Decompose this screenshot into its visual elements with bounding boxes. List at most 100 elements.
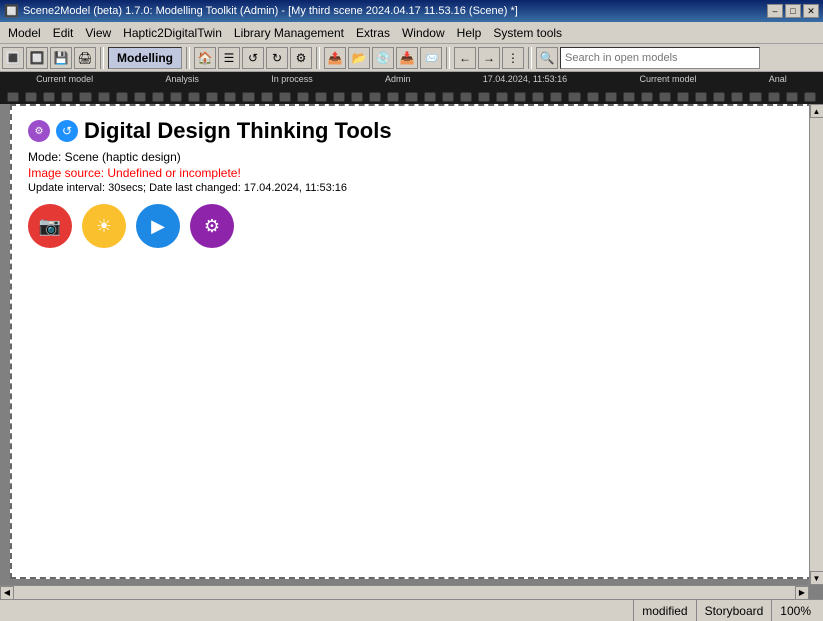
search-input[interactable] — [565, 52, 755, 64]
toolbar-search-icon: 🔍 — [536, 47, 558, 69]
separator-5 — [528, 47, 532, 69]
menu-edit[interactable]: Edit — [47, 24, 80, 42]
film-hole — [369, 92, 381, 102]
toolbar-export[interactable]: 📤 — [324, 47, 346, 69]
scroll-down-arrow[interactable]: ▼ — [810, 571, 823, 585]
sun-button[interactable]: ☀ — [82, 204, 126, 248]
play-icon: ▶ — [151, 216, 165, 237]
film-hole — [460, 92, 472, 102]
film-hole — [387, 92, 399, 102]
toolbar-undo[interactable]: ← — [454, 47, 476, 69]
film-hole — [206, 92, 218, 102]
gear-purple-icon: ⚙ — [28, 120, 50, 142]
action-buttons: 📷 ☀ ▶ ⚙ — [28, 204, 795, 248]
menu-bar: Model Edit View Haptic2DigitalTwin Libra… — [0, 22, 823, 44]
film-hole — [496, 92, 508, 102]
window-controls: – □ ✕ — [767, 4, 819, 18]
toolbar-home[interactable]: 🏠 — [194, 47, 216, 69]
play-button[interactable]: ▶ — [136, 204, 180, 248]
film-hole — [405, 92, 417, 102]
scroll-track-h[interactable] — [14, 586, 795, 599]
menu-system-tools[interactable]: System tools — [487, 24, 568, 42]
menu-model[interactable]: Model — [2, 24, 47, 42]
film-hole — [568, 92, 580, 102]
film-hole — [731, 92, 743, 102]
title-bar: 🔲 Scene2Model (beta) 1.7.0: Modelling To… — [0, 0, 823, 22]
menu-library-management[interactable]: Library Management — [228, 24, 350, 42]
separator-1 — [100, 47, 104, 69]
toolbar-btn-3[interactable]: 💾 — [50, 47, 72, 69]
status-storyboard[interactable]: Storyboard — [696, 600, 772, 621]
separator-3 — [316, 47, 320, 69]
toolbar-open[interactable]: 📂 — [348, 47, 370, 69]
status-modified: modified — [633, 600, 695, 621]
toolbar-btn-2[interactable]: 🔲 — [26, 47, 48, 69]
menu-haptic2digitaltwin[interactable]: Haptic2DigitalTwin — [117, 24, 228, 42]
film-hole — [532, 92, 544, 102]
film-label-anal: Anal — [769, 74, 787, 84]
film-hole — [768, 92, 780, 102]
toolbar-redo[interactable]: → — [478, 47, 500, 69]
film-hole — [242, 92, 254, 102]
film-hole — [116, 92, 128, 102]
film-hole — [98, 92, 110, 102]
minimize-button[interactable]: – — [767, 4, 783, 18]
close-button[interactable]: ✕ — [803, 4, 819, 18]
scroll-up-arrow[interactable]: ▲ — [810, 104, 823, 118]
film-label-date: 17.04.2024, 11:53:16 — [483, 74, 567, 84]
film-hole — [605, 92, 617, 102]
toolbar-more[interactable]: ⋮ — [502, 47, 524, 69]
film-hole — [297, 92, 309, 102]
toolbar-save2[interactable]: 💿 — [372, 47, 394, 69]
toolbar-list[interactable]: ☰ — [218, 47, 240, 69]
camera-button[interactable]: 📷 — [28, 204, 72, 248]
toolbar-refresh1[interactable]: ↺ — [242, 47, 264, 69]
separator-4 — [446, 47, 450, 69]
film-hole — [79, 92, 91, 102]
gear-button[interactable]: ⚙ — [190, 204, 234, 248]
toolbar-settings[interactable]: ⚙ — [290, 47, 312, 69]
status-zoom: 100% — [771, 600, 819, 621]
menu-window[interactable]: Window — [396, 24, 451, 42]
scroll-track-v[interactable] — [810, 118, 823, 571]
menu-view[interactable]: View — [79, 24, 117, 42]
main-area: Current model Analysis In process Admin … — [0, 72, 823, 599]
search-box[interactable] — [560, 47, 760, 69]
film-hole — [7, 92, 19, 102]
maximize-button[interactable]: □ — [785, 4, 801, 18]
blue-circle-icon: ↺ — [56, 120, 78, 142]
vertical-scrollbar[interactable]: ▲ ▼ — [809, 104, 823, 585]
toolbar-refresh2[interactable]: ↻ — [266, 47, 288, 69]
scene-title-row: ⚙ ↺ Digital Design Thinking Tools — [28, 118, 795, 144]
toolbar-btn-1[interactable]: 🔳 — [2, 47, 24, 69]
film-hole — [25, 92, 37, 102]
film-hole — [804, 92, 816, 102]
film-hole — [641, 92, 653, 102]
film-hole — [224, 92, 236, 102]
film-hole — [786, 92, 798, 102]
film-hole — [43, 92, 55, 102]
scroll-left-arrow[interactable]: ◀ — [0, 586, 14, 600]
title-text: Scene2Model (beta) 1.7.0: Modelling Tool… — [19, 5, 767, 17]
menu-extras[interactable]: Extras — [350, 24, 396, 42]
film-label-current-model: Current model — [36, 74, 93, 84]
error-text: Image source: Undefined or incomplete! — [28, 166, 795, 180]
film-hole — [587, 92, 599, 102]
film-hole — [713, 92, 725, 102]
film-hole — [351, 92, 363, 102]
separator-2 — [186, 47, 190, 69]
horizontal-scrollbar[interactable]: ◀ ▶ — [0, 585, 809, 599]
film-hole — [61, 92, 73, 102]
film-labels: Current model Analysis In process Admin … — [0, 72, 823, 86]
film-hole — [442, 92, 454, 102]
camera-icon: 📷 — [39, 216, 61, 237]
toolbar-btn-4[interactable]: 🖨 — [74, 47, 96, 69]
scroll-right-arrow[interactable]: ▶ — [795, 586, 809, 600]
menu-help[interactable]: Help — [451, 24, 488, 42]
film-hole — [514, 92, 526, 102]
toolbar-import2[interactable]: 📨 — [420, 47, 442, 69]
film-hole — [478, 92, 490, 102]
film-hole — [623, 92, 635, 102]
toolbar-import[interactable]: 📥 — [396, 47, 418, 69]
scene-content: ⚙ ↺ Digital Design Thinking Tools Mode: … — [12, 106, 811, 260]
